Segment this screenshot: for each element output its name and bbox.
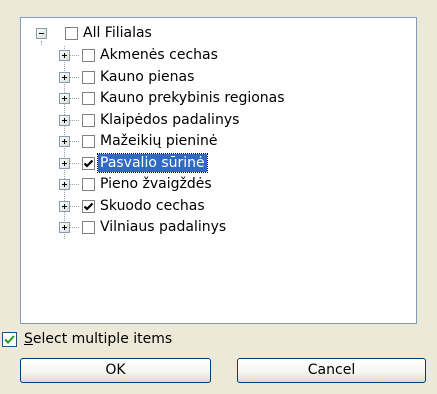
expand-icon[interactable] [59,114,70,126]
checkmark-icon [83,202,94,211]
tree-item-checkbox[interactable] [82,113,95,127]
root-checkbox[interactable] [65,27,78,40]
tree-connector [69,119,79,121]
expand-icon[interactable] [59,50,70,61]
tree-item-label[interactable]: Skuodo cechas [98,197,207,215]
select-multiple-mnemonic: S [24,331,33,347]
tree-connector [69,184,79,185]
tree-item-label[interactable]: Mažeikių pieninė [98,132,219,150]
filial-tree[interactable]: All Filialas Akmenės cechas Kauno pienas K… [20,17,417,324]
tree-item-label[interactable]: Kauno pienas [98,68,196,86]
tree-connector [69,76,79,78]
tree-item-checkbox[interactable] [82,92,95,105]
tree-item-checkbox[interactable] [82,70,95,84]
expand-icon[interactable] [59,222,70,233]
select-multiple-checkbox[interactable] [2,332,17,347]
checkmark-icon [83,159,94,168]
tree-root-label[interactable]: All Filialas [81,24,154,42]
tree-connector [69,227,79,228]
tree-connector-root [41,41,42,45]
ok-button[interactable]: OK [20,358,211,383]
checkmark-icon [4,335,15,344]
expand-icon[interactable] [59,71,70,83]
cancel-button[interactable]: Cancel [237,358,426,383]
expand-icon[interactable] [59,93,70,104]
filial-selection-dialog: All Filialas Akmenės cechas Kauno pienas K… [0,0,437,394]
tree-item-label[interactable]: Vilniaus padalinys [98,218,228,236]
tree-item-checkbox[interactable] [82,135,95,148]
tree-item-label[interactable]: Pieno žvaigždės [98,175,214,193]
tree-connector [69,98,79,99]
tree-item-checkbox[interactable] [82,156,95,170]
tree-item-label[interactable]: Pasvalio sūrinė [97,152,208,173]
tree-item-checkbox[interactable] [82,221,95,234]
expand-icon[interactable] [59,179,70,190]
tree-item-checkbox[interactable] [82,178,95,191]
select-multiple-text: elect multiple items [32,331,173,347]
tree-connector [69,205,79,207]
select-multiple-label[interactable]: Select multiple items [24,330,172,348]
collapse-icon[interactable] [36,28,47,39]
tree-item-label[interactable]: Kauno prekybinis regionas [98,89,287,107]
tree-item-label[interactable]: Akmenės cechas [98,46,220,64]
expand-icon[interactable] [59,200,70,212]
tree-connector [69,141,79,142]
tree-item-checkbox[interactable] [82,49,95,62]
tree-item-label[interactable]: Klaipėdos padalinys [98,111,241,129]
expand-icon[interactable] [59,157,70,169]
tree-connector [69,162,79,164]
expand-icon[interactable] [59,136,70,147]
tree-item-checkbox[interactable] [82,199,95,213]
tree-connector [69,55,79,56]
